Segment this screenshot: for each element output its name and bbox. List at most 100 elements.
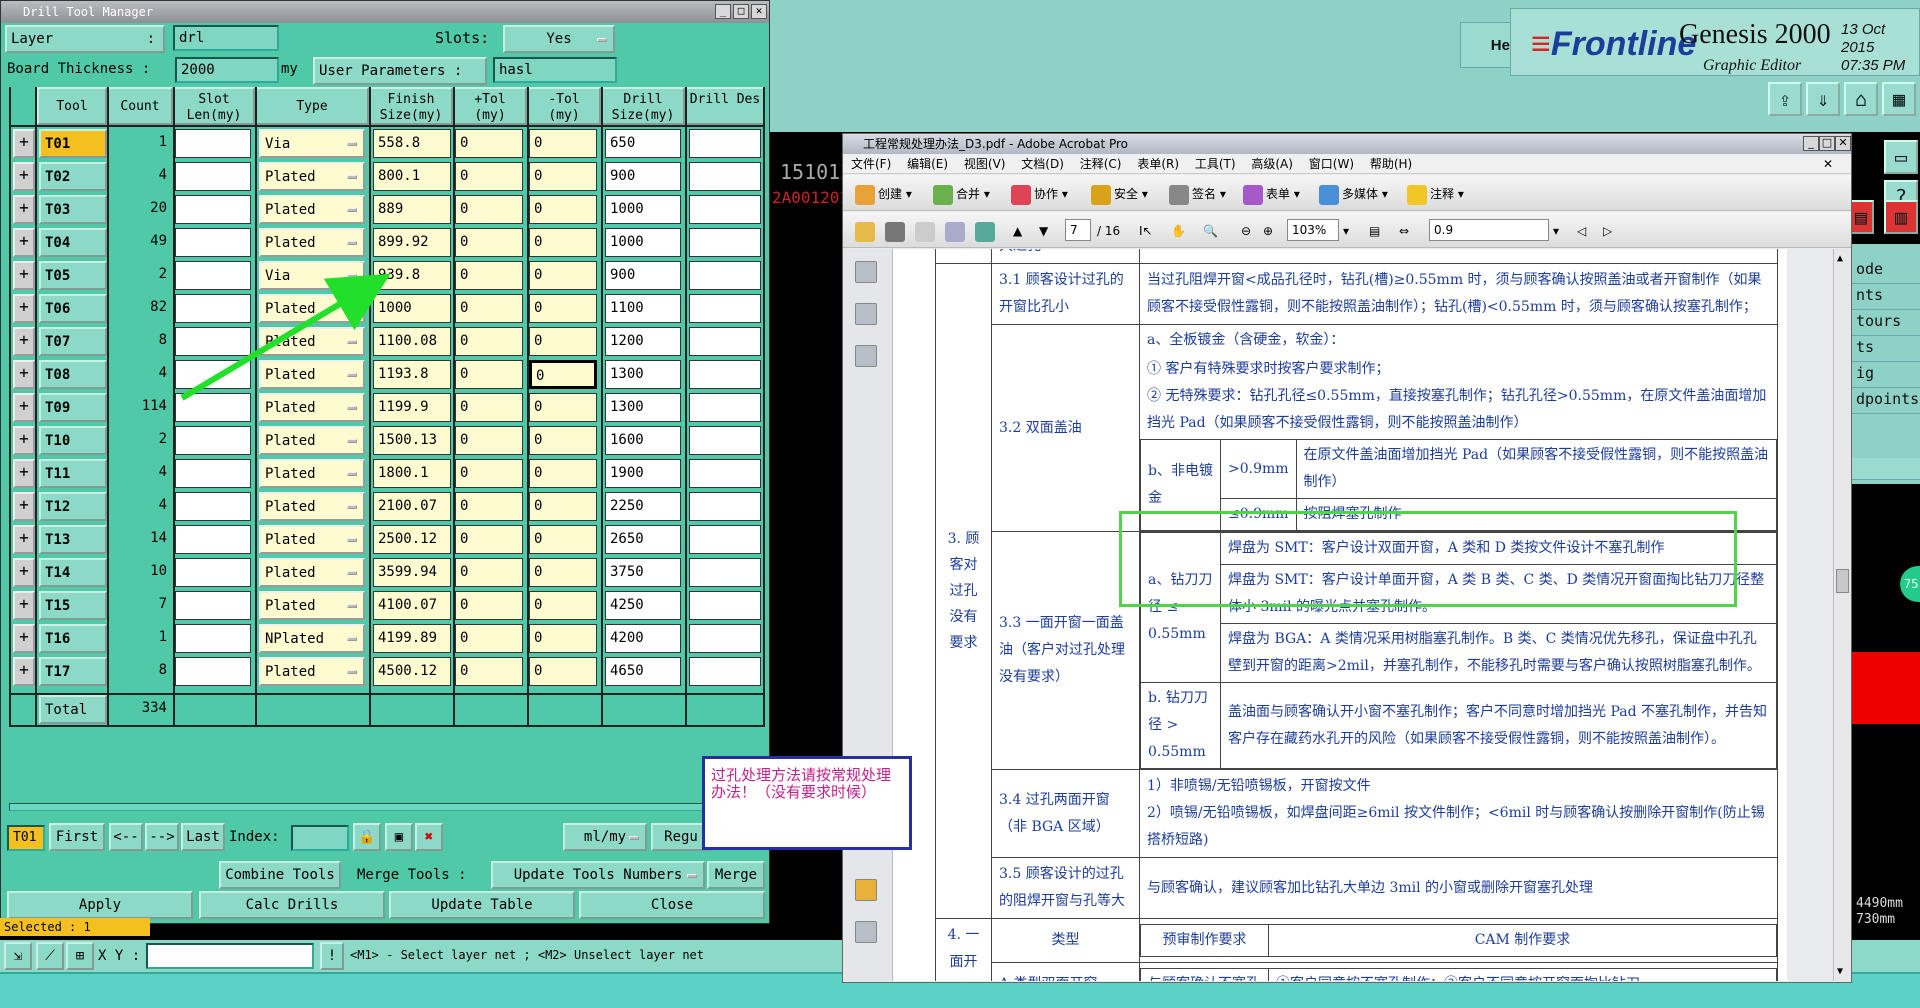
tool-cell[interactable]: T14 [39,558,107,587]
expand-icon[interactable]: + [13,591,35,620]
acrobat-maximize[interactable]: □ [1819,136,1835,151]
sign-button[interactable]: 签名 ▾ [1169,183,1226,205]
pages-icon[interactable] [855,261,877,283]
update-table-button[interactable]: Update Table [389,891,575,919]
type-select[interactable]: Plated [259,558,365,587]
combine-tools-button[interactable]: Combine Tools [219,861,341,889]
scroll-down-icon[interactable]: ▼ [1837,966,1843,977]
last-button[interactable]: Last [181,823,225,851]
plus-tol-input[interactable]: 0 [455,525,523,554]
panel-item-endpoints[interactable]: dpoints [1852,390,1920,414]
acrobat-close[interactable]: ✕ [1835,136,1851,151]
minus-tol-input[interactable]: 0 [529,459,597,488]
units-select[interactable]: ml/my [563,823,647,851]
signatures-icon[interactable] [855,345,877,367]
minus-tol-input[interactable]: 0 [529,492,597,521]
drill-size-input[interactable]: 1600 [605,426,681,455]
info-icon[interactable]: ! [320,942,344,970]
find-prev-icon[interactable]: ◁ [1577,220,1586,242]
tool-cell[interactable]: T17 [39,657,107,686]
drill-des-input[interactable] [689,492,761,521]
drill-des-input[interactable] [689,624,761,653]
multimedia-button[interactable]: 多媒体 ▾ [1319,183,1388,205]
menu-document[interactable]: 文档(D) [1021,157,1064,171]
collaborate-button[interactable]: 协作 ▾ [1011,183,1068,205]
panel-item-ig[interactable]: ig [1852,364,1920,388]
toolbar-icon-2[interactable]: ⇓ [1806,82,1840,116]
calc-drills-button[interactable]: Calc Drills [199,891,385,919]
find-input[interactable]: 0.9 [1429,219,1549,241]
minus-tol-input[interactable]: 0 [529,591,597,620]
minus-tol-input[interactable]: 0 [529,426,597,455]
slot-len-input[interactable] [175,492,251,521]
lock-icon[interactable]: 🔒 [353,823,381,851]
hand-icon[interactable]: ✋ [1171,220,1186,242]
type-select[interactable]: Plated [259,591,365,620]
panel-item-code[interactable]: ode [1852,260,1920,284]
drill-size-input[interactable]: 4200 [605,624,681,653]
slot-len-input[interactable] [175,591,251,620]
finish-size-input[interactable]: 2500.12 [373,525,451,554]
slot-len-input[interactable] [175,624,251,653]
tool-cell[interactable]: T13 [39,525,107,554]
plus-tol-input[interactable]: 0 [455,426,523,455]
finish-size-input[interactable]: 4500.12 [373,657,451,686]
menu-tools[interactable]: 工具(T) [1195,157,1236,171]
first-button[interactable]: First [49,823,105,851]
fit-page-icon[interactable]: ▤ [1369,220,1380,242]
globe-icon[interactable] [975,220,998,242]
open-icon[interactable] [855,220,878,242]
finish-size-input[interactable]: 1800.1 [373,459,451,488]
drill-des-input[interactable] [689,591,761,620]
next-button[interactable]: --> [145,823,179,851]
horizontal-scrollbar[interactable] [9,803,761,811]
close-button[interactable]: Close [579,891,765,919]
xy-input[interactable] [146,943,314,969]
menu-help[interactable]: 帮助(H) [1370,157,1412,171]
zoom-input[interactable]: 103% [1287,219,1339,241]
expand-icon[interactable]: + [13,459,35,488]
finish-size-input[interactable]: 4199.89 [373,624,451,653]
menu-comments[interactable]: 注释(C) [1080,157,1122,171]
apply-button[interactable]: Apply [7,891,193,919]
secure-button[interactable]: 安全 ▾ [1091,183,1148,205]
menu-advanced[interactable]: 高级(A) [1251,157,1293,171]
acrobat-minimize[interactable]: _ [1803,136,1819,151]
save-icon[interactable] [915,220,938,242]
scroll-up-icon[interactable]: ▲ [1837,253,1843,264]
update-tools-numbers-select[interactable]: Update Tools Numbers [491,861,705,889]
plus-tol-input[interactable]: 0 [455,624,523,653]
layout-icon[interactable]: ▭ [1884,140,1918,174]
slot-len-input[interactable] [175,657,251,686]
delete-icon[interactable]: ✖ [415,823,443,851]
drill-size-input[interactable]: 3750 [605,558,681,587]
type-select[interactable]: Plated [259,657,365,686]
drill-size-input[interactable]: 1900 [605,459,681,488]
expand-icon[interactable]: + [13,426,35,455]
find-dropdown-icon[interactable]: ▾ [1553,220,1559,242]
tool-cell[interactable]: T16 [39,624,107,653]
expand-icon[interactable]: + [13,657,35,686]
index-input[interactable] [291,825,349,851]
fit-width-icon[interactable]: ⇔ [1399,220,1409,242]
grid-icon[interactable]: ▦ [1882,82,1916,116]
comments-icon[interactable] [855,879,877,901]
zoom-dropdown-icon[interactable]: ▾ [1343,220,1349,242]
menu-edit[interactable]: 编辑(E) [907,157,948,171]
zoom-tool-icon[interactable]: 🔍 [1203,220,1218,242]
slot-len-input[interactable] [175,558,251,587]
type-select[interactable]: Plated [259,525,365,554]
minus-tol-input[interactable]: 0 [529,525,597,554]
toolbar-icon-1[interactable]: ⇪ [1768,82,1802,116]
menu-forms[interactable]: 表单(R) [1137,157,1179,171]
bookmarks-icon[interactable] [855,303,877,325]
attachments-icon[interactable] [855,921,877,943]
slot-len-input[interactable] [175,525,251,554]
drill-size-input[interactable]: 2650 [605,525,681,554]
next-page-icon[interactable]: ▼ [1039,220,1048,242]
minus-tol-input[interactable]: 0 [529,624,597,653]
plus-tol-input[interactable]: 0 [455,459,523,488]
type-select[interactable]: Plated [259,426,365,455]
expand-icon[interactable]: + [13,525,35,554]
finish-size-input[interactable]: 1500.13 [373,426,451,455]
